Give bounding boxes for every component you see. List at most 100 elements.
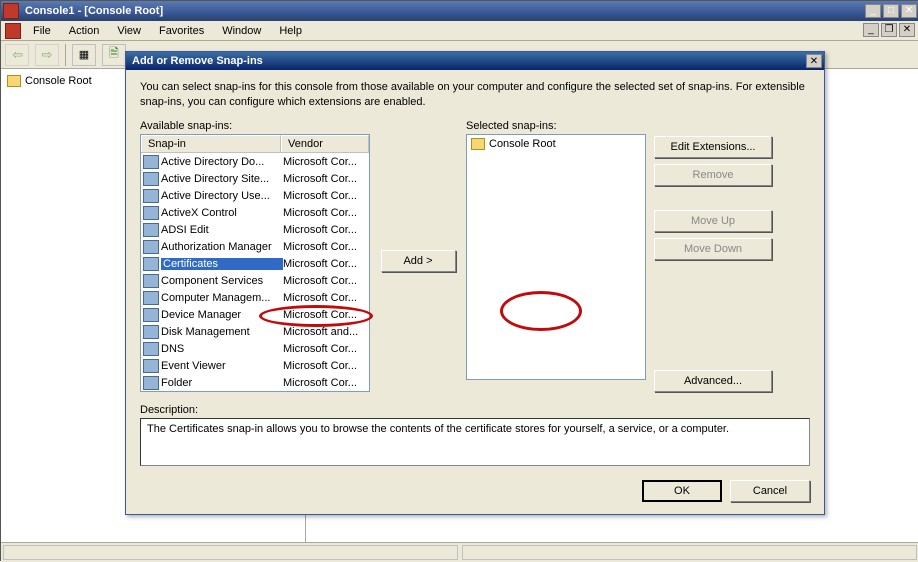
snapin-name: ADSI Edit [161,224,283,236]
snapin-name: Authorization Manager [161,241,283,253]
snapin-row[interactable]: FolderMicrosoft Cor... [141,374,369,391]
snapin-vendor: Microsoft Cor... [283,309,369,321]
snapin-icon [143,342,159,356]
menu-help[interactable]: Help [271,23,310,39]
cancel-button[interactable]: Cancel [730,480,810,502]
snapin-row[interactable]: Active Directory Do...Microsoft Cor... [141,153,369,170]
snapin-row[interactable]: Computer Managem...Microsoft Cor... [141,289,369,306]
show-hide-button[interactable]: ▦ [72,44,96,66]
snapin-row[interactable]: Device ManagerMicrosoft Cor... [141,306,369,323]
minimize-button[interactable]: _ [865,4,881,18]
menu-view[interactable]: View [109,23,149,39]
list-header[interactable]: Snap-in Vendor [141,135,369,153]
snapin-row[interactable]: ActiveX ControlMicrosoft Cor... [141,204,369,221]
snapin-row[interactable]: Disk ManagementMicrosoft and... [141,323,369,340]
selected-item-label: Console Root [489,138,556,150]
export-button[interactable]: 🗎 [102,44,126,66]
snapin-name: ActiveX Control [161,207,283,219]
snapin-vendor: Microsoft Cor... [283,173,369,185]
snapin-vendor: Microsoft Cor... [283,190,369,202]
snapin-vendor: Microsoft Cor... [283,292,369,304]
snapin-vendor: Microsoft Cor... [283,156,369,168]
child-restore-button[interactable]: ❐ [881,23,897,37]
available-snapins-list[interactable]: Snap-in Vendor Active Directory Do...Mic… [140,134,370,392]
snapin-icon [143,291,159,305]
snapin-icon [143,359,159,373]
snapin-row[interactable]: DNSMicrosoft Cor... [141,340,369,357]
snapin-icon [143,325,159,339]
snapin-row[interactable]: Active Directory Site...Microsoft Cor... [141,170,369,187]
snapin-name: Active Directory Do... [161,156,283,168]
snapin-vendor: Microsoft and... [283,326,369,338]
move-down-button[interactable]: Move Down [654,238,772,260]
statusbar [1,542,918,562]
snapin-vendor: Microsoft Cor... [283,224,369,236]
selected-item[interactable]: Console Root [469,137,643,151]
arrow-right-icon: ⇨ [42,47,53,63]
doc-icon [5,23,21,39]
back-button[interactable]: ⇨ [5,44,29,66]
snapin-icon [143,240,159,254]
dialog-titlebar[interactable]: Add or Remove Snap-ins ✕ [126,52,824,70]
main-titlebar[interactable]: Console1 - [Console Root] _ □ ✕ [1,1,918,21]
folder-icon [471,138,485,150]
menu-action[interactable]: Action [61,23,108,39]
menu-window[interactable]: Window [214,23,269,39]
available-label: Available snap-ins: [140,120,370,132]
close-button[interactable]: ✕ [901,4,917,18]
app-icon [3,3,19,19]
snapin-vendor: Microsoft Cor... [283,377,369,389]
snapin-vendor: Microsoft Cor... [283,275,369,287]
col-snapin[interactable]: Snap-in [141,135,281,152]
selected-snapins-list[interactable]: Console Root [466,134,646,380]
snapin-vendor: Microsoft Cor... [283,207,369,219]
child-minimize-button[interactable]: _ [863,23,879,37]
add-remove-snapins-dialog: Add or Remove Snap-ins ✕ You can select … [125,51,825,515]
menu-file[interactable]: File [25,23,59,39]
child-close-button[interactable]: ✕ [899,23,915,37]
forward-button[interactable]: ⇨ [35,44,59,66]
dialog-intro: You can select snap-ins for this console… [140,80,810,110]
snapin-vendor: Microsoft Cor... [283,258,369,270]
snapin-icon [143,257,159,271]
selected-label: Selected snap-ins: [466,120,646,132]
description-box: The Certificates snap-in allows you to b… [140,418,810,466]
snapin-row[interactable]: Active Directory Use...Microsoft Cor... [141,187,369,204]
snapin-row[interactable]: Event ViewerMicrosoft Cor... [141,357,369,374]
description-text: The Certificates snap-in allows you to b… [147,423,729,435]
snapin-name: Device Manager [161,309,283,321]
snapin-icon [143,155,159,169]
snapin-icon [143,376,159,390]
ok-button[interactable]: OK [642,480,722,502]
snapin-row[interactable]: ADSI EditMicrosoft Cor... [141,221,369,238]
snapin-name: DNS [161,343,283,355]
status-cell-2 [462,545,917,560]
snapin-vendor: Microsoft Cor... [283,360,369,372]
main-title: Console1 - [Console Root] [23,5,865,17]
snapin-icon [143,274,159,288]
snapin-vendor: Microsoft Cor... [283,241,369,253]
description-label: Description: [140,404,810,416]
tree-root-label: Console Root [25,75,92,87]
snapin-name: Certificates [161,258,283,270]
dialog-close-button[interactable]: ✕ [806,54,822,68]
snapin-row[interactable]: Component ServicesMicrosoft Cor... [141,272,369,289]
move-up-button[interactable]: Move Up [654,210,772,232]
add-button[interactable]: Add > [381,250,456,272]
snapin-icon [143,223,159,237]
menu-favorites[interactable]: Favorites [151,23,212,39]
folder-icon [7,75,21,87]
snapin-icon [143,206,159,220]
snapin-row[interactable]: Authorization ManagerMicrosoft Cor... [141,238,369,255]
snapin-name: Disk Management [161,326,283,338]
snapin-icon [143,172,159,186]
snapin-row[interactable]: CertificatesMicrosoft Cor... [141,255,369,272]
advanced-button[interactable]: Advanced... [654,370,772,392]
status-cell-1 [3,545,458,560]
edit-extensions-button[interactable]: Edit Extensions... [654,136,772,158]
col-vendor[interactable]: Vendor [281,135,369,152]
snapin-vendor: Microsoft Cor... [283,343,369,355]
remove-button[interactable]: Remove [654,164,772,186]
maximize-button[interactable]: □ [883,4,899,18]
snapin-name: Computer Managem... [161,292,283,304]
